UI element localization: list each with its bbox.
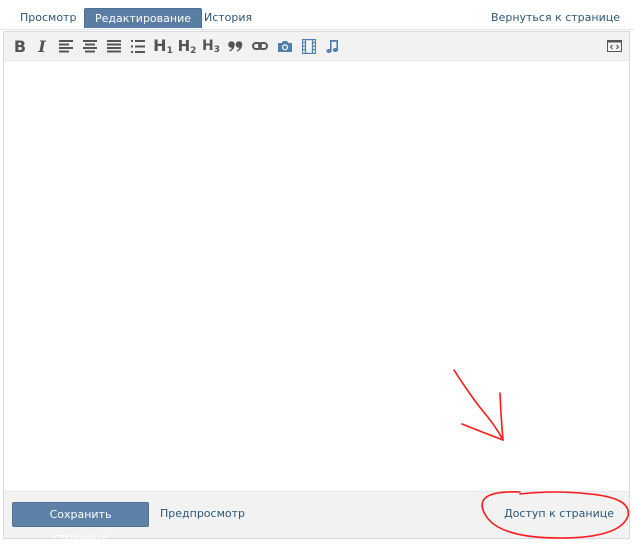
source-code-icon[interactable]: [604, 37, 624, 55]
tab-history[interactable]: История: [194, 8, 262, 28]
tab-edit[interactable]: Редактирование: [84, 8, 202, 28]
tabs-divider: [0, 29, 634, 30]
link-icon[interactable]: [250, 37, 270, 55]
page-access-link[interactable]: Доступ к странице: [504, 507, 614, 520]
photo-icon[interactable]: [275, 37, 295, 55]
editor-footer: Сохранить страницу Предпросмотр Доступ к…: [4, 491, 629, 544]
back-to-page-link[interactable]: Вернуться к странице: [491, 8, 620, 28]
align-left-icon[interactable]: [56, 37, 76, 55]
quote-icon[interactable]: [225, 37, 245, 55]
wiki-editor: B I H1 H2 H3 Сохранить страницу Предпрос…: [3, 31, 630, 544]
tab-bar: Просмотр Редактирование История Вернутьс…: [0, 0, 634, 30]
audio-icon[interactable]: [322, 37, 342, 55]
save-page-button[interactable]: Сохранить страницу: [12, 502, 149, 544]
bold-icon[interactable]: B: [10, 37, 30, 56]
align-right-icon[interactable]: [104, 37, 124, 55]
heading2-icon[interactable]: H2: [176, 37, 198, 56]
tab-view[interactable]: Просмотр: [10, 8, 86, 28]
heading1-icon[interactable]: H1: [152, 36, 174, 56]
heading3-icon[interactable]: H3: [200, 37, 222, 55]
video-icon[interactable]: [299, 37, 319, 55]
align-center-icon[interactable]: [80, 37, 100, 55]
editor-toolbar: B I H1 H2 H3: [4, 32, 629, 61]
list-icon[interactable]: [128, 37, 148, 55]
preview-link[interactable]: Предпросмотр: [160, 507, 245, 520]
editor-textarea[interactable]: [4, 61, 629, 493]
italic-icon[interactable]: I: [32, 37, 52, 56]
